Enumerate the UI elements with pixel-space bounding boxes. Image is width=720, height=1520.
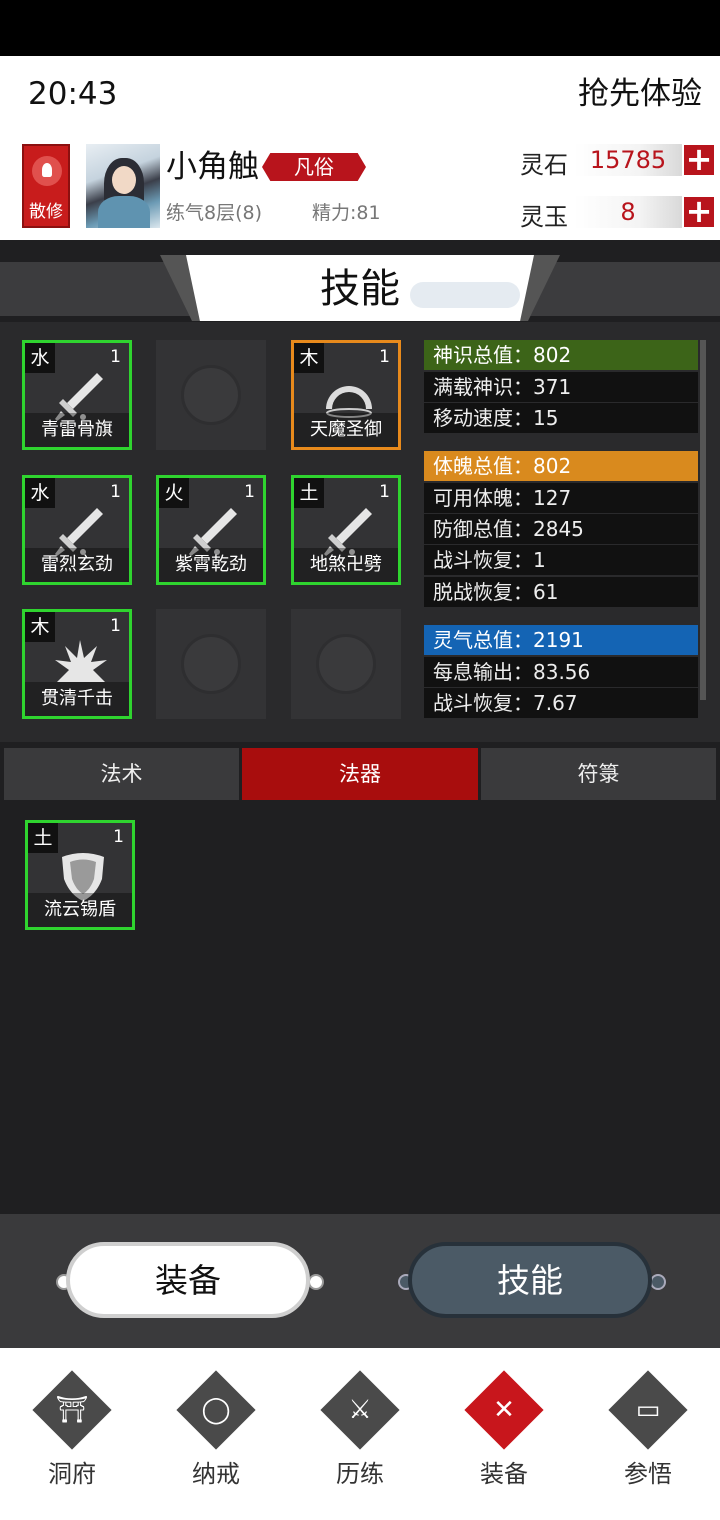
spirit-stone-value: 15785: [574, 144, 682, 176]
stat-row: 移动速度：15: [424, 403, 698, 433]
nav-label: 洞府: [48, 1460, 96, 1488]
stat-row: 满载神识：371: [424, 372, 698, 402]
skill-name: 天魔圣御: [294, 413, 398, 447]
crossed-swords-icon: ⚔: [314, 1370, 406, 1450]
clock: 20:43: [28, 76, 118, 112]
avatar[interactable]: [86, 144, 160, 228]
stat-row: 每息输出：83.56: [424, 657, 698, 687]
skill-level: 1: [379, 347, 390, 367]
empty-seal-icon: [181, 365, 241, 425]
stat-header: 神识总值：802: [424, 340, 698, 370]
pill-end-ornament: [308, 1274, 324, 1290]
rank-badge: 凡俗: [262, 153, 366, 181]
stats-scrollbar[interactable]: [700, 340, 706, 700]
status-bar: [0, 0, 720, 56]
element-tag: 木: [294, 343, 324, 373]
element-tag: 木: [25, 612, 55, 642]
element-tag: 土: [294, 478, 324, 508]
skill-slot[interactable]: 水 1 青雷骨旗: [22, 340, 132, 450]
stat-row: 脱战恢复：61: [424, 577, 698, 607]
spirit-stone-label: 灵石: [520, 151, 568, 179]
nav-item-insight[interactable]: ▭ 参悟: [576, 1348, 720, 1520]
tab-artifacts[interactable]: 法器: [242, 748, 478, 800]
nav-item-training[interactable]: ⚔ 历练: [288, 1348, 432, 1520]
nav-item-ring[interactable]: ◯ 纳戒: [144, 1348, 288, 1520]
artifact-name: 流云锡盾: [28, 893, 132, 927]
tab-talismans[interactable]: 符箓: [481, 748, 716, 800]
early-access-link[interactable]: 抢先体验: [578, 74, 702, 114]
element-tag: 土: [28, 823, 58, 853]
close-icon: ✕: [458, 1370, 550, 1450]
skill-name: 地煞卍劈: [294, 548, 398, 582]
artifact-level: 1: [113, 827, 124, 847]
bottom-nav: ⛩ 洞府 ◯ 纳戒 ⚔ 历练 ✕ 装备 ▭ 参悟: [0, 1348, 720, 1520]
pill-end-ornament: [650, 1274, 666, 1290]
element-tag: 水: [25, 343, 55, 373]
element-tag: 火: [159, 478, 189, 508]
skill-level: 1: [110, 482, 121, 502]
gate-icon: ⛩: [26, 1370, 118, 1450]
stat-row: 战斗恢复：7.67: [424, 688, 698, 718]
nav-label: 历练: [336, 1460, 384, 1488]
nav-label: 参悟: [624, 1460, 672, 1488]
skill-level: 1: [110, 616, 121, 636]
element-tag: 水: [25, 478, 55, 508]
plus-icon[interactable]: +: [684, 143, 714, 175]
nav-label: 装备: [480, 1460, 528, 1488]
skill-level: 1: [244, 482, 255, 502]
cultivation-level: 练气8层(8): [166, 202, 263, 224]
plus-icon[interactable]: +: [684, 195, 714, 227]
skill-level: 1: [110, 347, 121, 367]
skill-slot[interactable]: 土 1 地煞卍劈: [291, 475, 401, 585]
empty-skill-slot[interactable]: [156, 340, 266, 450]
tab-spells[interactable]: 法术: [4, 748, 239, 800]
empty-seal-icon: [181, 634, 241, 694]
stat-header: 灵气总值：2191: [424, 625, 698, 655]
stat-header: 体魄总值：802: [424, 451, 698, 481]
stat-row: 防御总值：2845: [424, 514, 698, 544]
stat-row: 战斗恢复：1: [424, 545, 698, 575]
spirit-jade-value: 8: [574, 196, 682, 228]
skill-name: 紫霄乾劲: [159, 548, 263, 582]
equip-button[interactable]: 装备: [66, 1242, 310, 1318]
lotus-icon: [32, 156, 62, 186]
nav-item-equipment[interactable]: ✕ 装备: [432, 1348, 576, 1520]
skill-slot[interactable]: 木 1 天魔圣御: [291, 340, 401, 450]
category-tabs: 法术 法器 符箓: [4, 748, 716, 800]
skill-slot[interactable]: 火 1 紫霄乾劲: [156, 475, 266, 585]
skill-button[interactable]: 技能: [408, 1242, 652, 1318]
spirit-jade-label: 灵玉: [520, 203, 568, 231]
skill-slot[interactable]: 木 1 贯清千击: [22, 609, 132, 719]
skill-name: 雷烈玄劲: [25, 548, 129, 582]
stat-row: 可用体魄：127: [424, 483, 698, 513]
player-name: 小角触: [166, 149, 259, 185]
artifact-slot[interactable]: 土 1 流云锡盾: [25, 820, 135, 930]
empty-skill-slot[interactable]: [156, 609, 266, 719]
skill-slot[interactable]: 水 1 雷烈玄劲: [22, 475, 132, 585]
page-title: 技能: [320, 266, 400, 312]
skill-level: 1: [379, 482, 390, 502]
nav-item-cave[interactable]: ⛩ 洞府: [0, 1348, 144, 1520]
book-icon: ▭: [602, 1370, 694, 1450]
skill-name: 青雷骨旗: [25, 413, 129, 447]
sect-badge[interactable]: 散修: [22, 144, 70, 228]
empty-seal-icon: [316, 634, 376, 694]
energy-value: 精力:81: [312, 202, 381, 224]
nav-label: 纳戒: [192, 1460, 240, 1488]
empty-skill-slot[interactable]: [291, 609, 401, 719]
cloud-decoration: [410, 282, 520, 308]
sect-label: 散修: [29, 202, 63, 222]
ring-icon: ◯: [170, 1370, 262, 1450]
skill-name: 贯清千击: [25, 682, 129, 716]
